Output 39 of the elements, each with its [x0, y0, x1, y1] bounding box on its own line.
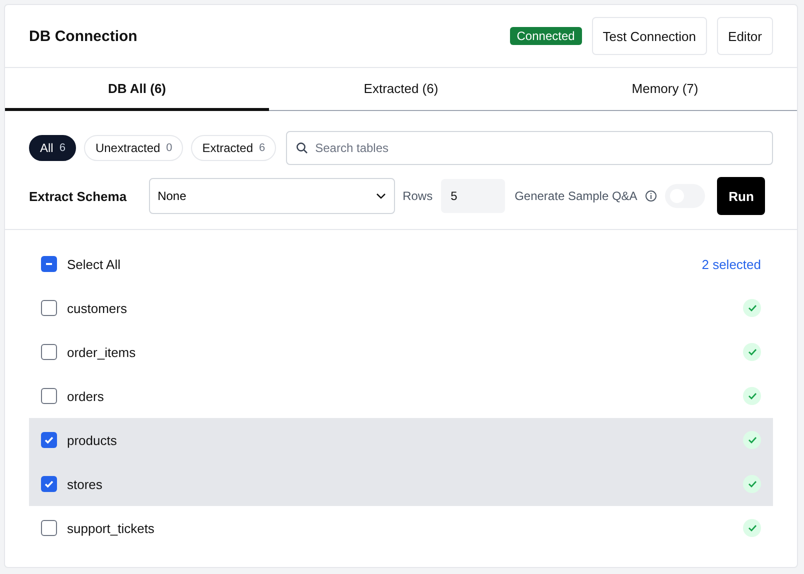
panel-title: DB Connection: [29, 28, 138, 44]
checkmark-icon: [44, 435, 54, 445]
table-checkbox[interactable]: [41, 432, 57, 448]
table-name: stores: [67, 476, 104, 492]
search-field[interactable]: Search tables: [286, 131, 773, 165]
select-all-checkbox[interactable]: [41, 256, 57, 272]
table-name: support_tickets: [67, 520, 156, 536]
chevron-down-icon: [376, 193, 386, 199]
tab[interactable]: Memory (7): [533, 68, 797, 111]
info-icon: [645, 190, 658, 202]
rows-label: Rows: [402, 189, 433, 203]
tab[interactable]: Extracted (6): [269, 68, 533, 111]
table-checkbox[interactable]: [41, 520, 57, 536]
checkmark-icon: [44, 479, 54, 489]
tab[interactable]: DB All (6): [5, 68, 269, 111]
search-icon: [296, 142, 308, 154]
select-all-label: Select All: [67, 256, 122, 272]
table-row[interactable]: products: [29, 418, 773, 462]
table-name: products: [67, 432, 118, 448]
status-badge: Connected: [510, 27, 582, 45]
rows-field[interactable]: 5: [440, 179, 505, 213]
editor-button[interactable]: Editor: [717, 17, 773, 55]
table-row[interactable]: stores: [29, 462, 773, 506]
filter-chip[interactable]: Extracted 6: [191, 135, 276, 161]
filter-chip[interactable]: All 6: [29, 135, 76, 161]
schema-dropdown[interactable]: None: [148, 178, 395, 214]
table-checkbox[interactable]: [41, 344, 57, 360]
table-name: orders: [67, 388, 105, 404]
table-name: customers: [67, 300, 128, 316]
filter-chip[interactable]: Unextracted 0: [84, 135, 184, 161]
table-name: order_items: [67, 344, 137, 360]
table-checkbox[interactable]: [41, 476, 57, 492]
test-connection-button[interactable]: Test Connection: [592, 17, 708, 55]
table-checkbox[interactable]: [41, 300, 57, 316]
qa-label: Generate Sample Q&A: [514, 189, 638, 203]
table-checkbox[interactable]: [41, 388, 57, 404]
extract-schema-label: Extract Schema: [29, 188, 127, 204]
selected-count: 2 selected: [702, 256, 761, 272]
run-button[interactable]: Run: [717, 177, 766, 215]
